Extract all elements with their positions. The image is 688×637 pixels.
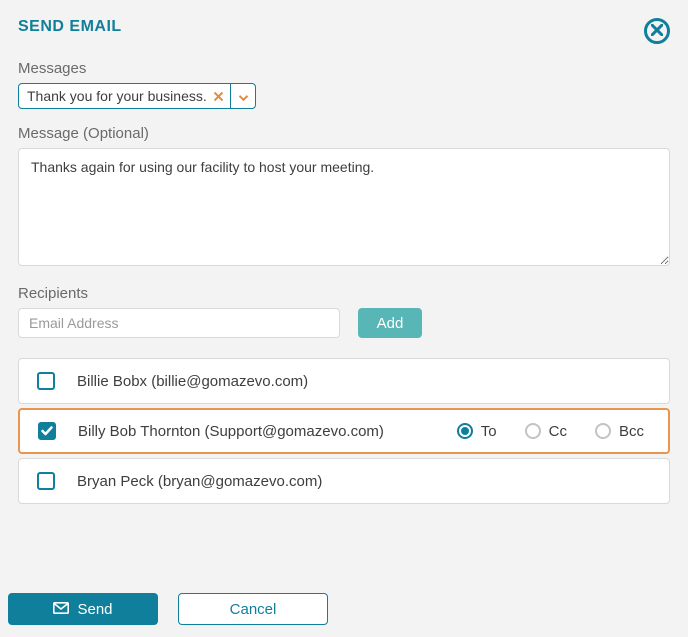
recipients-label: Recipients — [18, 285, 670, 302]
recipient-checkbox[interactable] — [38, 422, 56, 440]
send-button[interactable]: Send — [8, 593, 158, 625]
messages-select-value: Thank you for your business. — [19, 88, 206, 104]
recipient-row[interactable]: Bryan Peck (bryan@gomazevo.com) — [18, 458, 670, 504]
dialog-title: SEND EMAIL — [18, 18, 122, 36]
radio-icon — [457, 423, 473, 439]
message-label: Message (Optional) — [18, 125, 670, 142]
recipient-checkbox[interactable] — [37, 472, 55, 490]
dest-cc-radio[interactable]: Cc — [525, 423, 567, 440]
dest-to-label: To — [481, 423, 497, 440]
messages-clear-button[interactable] — [206, 84, 230, 108]
dest-bcc-label: Bcc — [619, 423, 644, 440]
x-icon — [214, 88, 223, 104]
recipient-display: Billie Bobx (billie@gomazevo.com) — [77, 373, 651, 390]
recipient-display: Billy Bob Thornton (Support@gomazevo.com… — [78, 423, 457, 440]
chevron-down-icon — [239, 88, 248, 104]
recipient-display: Bryan Peck (bryan@gomazevo.com) — [77, 473, 651, 490]
recipient-dest-radios: To Cc Bcc — [457, 423, 644, 440]
mail-icon — [53, 601, 69, 618]
message-textarea[interactable] — [18, 148, 670, 266]
recipient-checkbox[interactable] — [37, 372, 55, 390]
radio-icon — [595, 423, 611, 439]
cancel-button[interactable]: Cancel — [178, 593, 328, 625]
dest-cc-label: Cc — [549, 423, 567, 440]
dest-to-radio[interactable]: To — [457, 423, 497, 440]
recipient-row[interactable]: Billy Bob Thornton (Support@gomazevo.com… — [18, 408, 670, 454]
recipients-list: Billie Bobx (billie@gomazevo.com) Billy … — [18, 358, 670, 504]
dest-bcc-radio[interactable]: Bcc — [595, 423, 644, 440]
add-recipient-button[interactable]: Add — [358, 308, 422, 338]
radio-icon — [525, 423, 541, 439]
send-button-label: Send — [77, 601, 112, 618]
close-icon — [651, 23, 663, 39]
recipient-row[interactable]: Billie Bobx (billie@gomazevo.com) — [18, 358, 670, 404]
messages-dropdown-button[interactable] — [230, 84, 255, 108]
close-button[interactable] — [644, 18, 670, 44]
messages-select[interactable]: Thank you for your business. — [18, 83, 256, 109]
messages-label: Messages — [18, 60, 670, 77]
email-input[interactable] — [18, 308, 340, 338]
